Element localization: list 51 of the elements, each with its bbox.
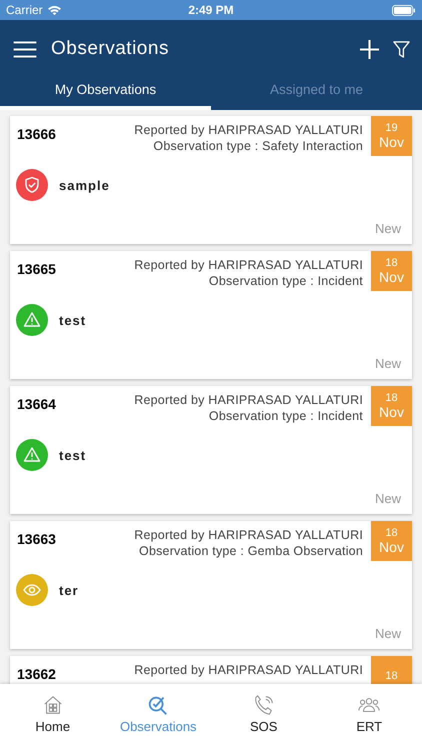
observation-card[interactable]: 13665 Reported by HARIPRASAD YALLATURI Observation type : Incident 18 Nov test New [10, 251, 412, 379]
menu-icon[interactable] [13, 40, 37, 58]
date-month: Nov [379, 404, 404, 420]
status-label: New [374, 221, 401, 236]
date-day: 18 [385, 527, 398, 539]
nav-tab[interactable]: Home [0, 684, 106, 750]
nav-tab[interactable]: SOS [211, 684, 316, 750]
date-day: 19 [385, 122, 398, 134]
carrier-label: Carrier [6, 3, 43, 17]
observation-type: Observation type : Safety Interaction [153, 138, 363, 154]
reporter-text: Reported by HARIPRASAD YALLATURI [134, 392, 363, 408]
observation-type: Observation type : Gemba Observation [139, 543, 363, 559]
observation-title: sample [59, 178, 110, 192]
observation-type: Observation type : Incident [208, 408, 363, 424]
date-day: 18 [385, 392, 398, 404]
observation-id: 13663 [16, 530, 56, 547]
nav-tab[interactable]: ERT [316, 684, 422, 750]
battery-icon [392, 4, 416, 16]
observation-title: test [59, 312, 86, 328]
observation-card[interactable]: 13662 Reported by HARIPRASAD YALLATURI 18 [10, 656, 412, 684]
add-icon[interactable] [360, 40, 379, 58]
observation-type: Observation type : Incident [208, 273, 363, 289]
page-title: Observations [51, 38, 169, 60]
date-month: Nov [379, 539, 404, 555]
date-month: Nov [379, 269, 404, 285]
observation-id: 13664 [16, 395, 56, 412]
status-label: New [374, 356, 401, 371]
wifi-icon [46, 4, 62, 16]
house-icon [42, 694, 64, 716]
magnifier-check-icon [147, 694, 170, 716]
date-month: Nov [379, 134, 404, 150]
reporter-text: Reported by HARIPRASAD YALLATURI [134, 257, 363, 273]
observation-id: 13665 [16, 260, 56, 277]
status-label: New [374, 626, 401, 641]
observation-card[interactable]: 13666 Reported by HARIPRASAD YALLATURI Observation type : Safety Interaction 19 Nov sample New [10, 116, 412, 244]
clock-time: 2:49 PM [188, 3, 234, 17]
tab[interactable]: My Observations [0, 78, 211, 110]
observation-title: ter [59, 582, 79, 598]
date-day: 18 [385, 257, 398, 269]
observation-id: 13666 [16, 125, 56, 142]
reporter-text: Reported by HARIPRASAD YALLATURI [134, 122, 363, 138]
reporter-text: Reported by HARIPRASAD YALLATURI [134, 527, 363, 543]
phone-icon [252, 694, 275, 716]
reporter-text: Reported by HARIPRASAD YALLATURI [134, 662, 363, 678]
date-day: 18 [385, 670, 398, 682]
observation-card[interactable]: 13664 Reported by HARIPRASAD YALLATURI Observation type : Incident 18 Nov test New [10, 386, 412, 514]
observation-title: test [59, 448, 86, 462]
observation-card[interactable]: 13663 Reported by HARIPRASAD YALLATURI Observation type : Gemba Observation 18 Nov ter New [10, 521, 412, 649]
observation-id: 13662 [16, 665, 56, 682]
filter-icon[interactable] [393, 40, 410, 58]
status-label: New [374, 491, 401, 506]
